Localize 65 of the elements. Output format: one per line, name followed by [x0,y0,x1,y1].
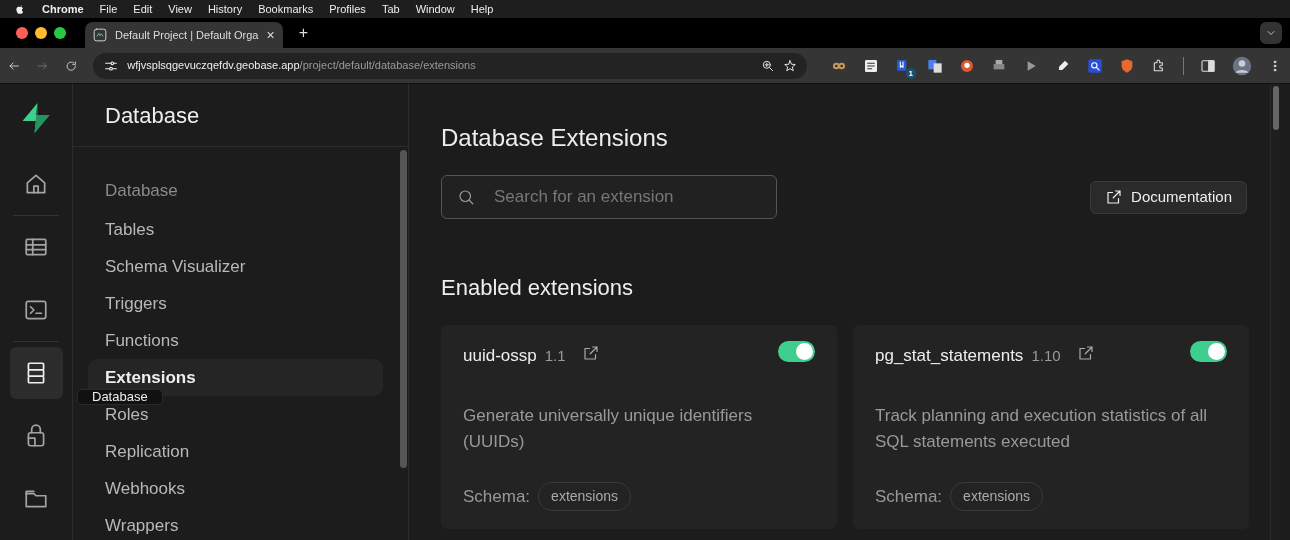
window-control[interactable] [54,27,66,39]
version: 1.10 [1031,346,1061,366]
tab-search-button[interactable] [1260,22,1282,44]
close-tab-button[interactable]: × [266,24,275,46]
schema-label: Schema: [875,485,943,508]
description: Track planning and execution statistics of all SQL statements executed [875,404,1208,453]
sidebar-item[interactable]: Roles [96,404,375,425]
menu-item[interactable]: History [207,0,243,18]
window-control[interactable] [35,27,47,39]
search-field[interactable]: Search for an extension [441,175,777,219]
external-link-icon [1105,188,1124,206]
extension-name: pg_stat_statements [875,345,1024,367]
scrollbar[interactable] [1270,84,1280,540]
menu-item[interactable]: Tab [381,0,400,18]
favicon-icon [93,28,107,42]
sidebar-item[interactable]: Tables [96,219,375,240]
rail-button[interactable] [9,347,63,399]
url-text: wfjvsplsqgevuczqefdv.geobase.app/project/default/database/extensions [127,58,477,74]
external-link-icon[interactable] [1076,344,1095,362]
sidebar-item[interactable]: Triggers [96,293,375,314]
group-label: Database [104,180,179,203]
menu-item[interactable]: Profiles [329,0,366,18]
shield-icon[interactable] [1119,57,1135,74]
section-title: Enabled extensions [441,273,635,302]
external-link-icon[interactable] [581,344,600,362]
extension-badge: 1 [905,67,916,79]
star-icon[interactable] [783,58,797,73]
menu-item[interactable]: View [168,0,192,18]
avatar-icon[interactable] [1232,55,1252,76]
zoom-icon[interactable] [761,58,775,73]
search-icon [457,188,475,206]
menu-item[interactable]: Bookmarks [258,0,314,18]
sidebar-item[interactable]: Functions [96,330,375,351]
menu-item[interactable]: Window [415,0,455,18]
terminal-icon [23,297,49,323]
sidebar-item[interactable]: Webhooks [96,478,375,499]
translate-icon[interactable] [927,57,943,74]
toggle-switch[interactable] [778,341,815,362]
menu-item[interactable]: File [99,0,118,18]
sidebar-item[interactable]: Replication [96,441,375,462]
sidebar-title: Database [73,84,408,147]
document-icon[interactable] [863,57,879,74]
menu-item[interactable]: Help [470,0,494,18]
description: Generate universally unique identifiers (UUIDs) [463,404,754,453]
sidebar-item[interactable]: Wrappers [96,515,375,536]
version: 1.1 [544,346,566,366]
reload-icon[interactable] [64,58,78,73]
schema-tag: extensions [950,482,1044,511]
menu-item[interactable]: Edit [133,0,153,18]
tooltip: Database [77,389,163,405]
app-menu[interactable]: Chrome [42,0,84,18]
magnifier-icon[interactable] [1087,57,1103,74]
documentation-button[interactable]: Documentation [1090,180,1247,214]
sidebar-item[interactable]: Schema Visualizer [96,256,375,277]
browser-tab[interactable]: Default Project | Default Orga × [85,22,283,48]
extension-name: uuid-ossp [463,345,537,367]
page-title: Database Extensions [441,123,669,153]
schema-tag: extensions [538,482,632,511]
schema-label: Schema: [463,485,531,508]
scrollbar[interactable] [400,150,407,468]
toggle-switch[interactable] [1190,341,1227,362]
side-panel-icon[interactable] [1200,57,1216,74]
window-control[interactable] [16,27,28,39]
new-tab-button[interactable]: + [298,21,308,45]
address-bar[interactable]: wfjvsplsqgevuczqefdv.geobase.app/project/default/database/extensions [93,52,807,79]
